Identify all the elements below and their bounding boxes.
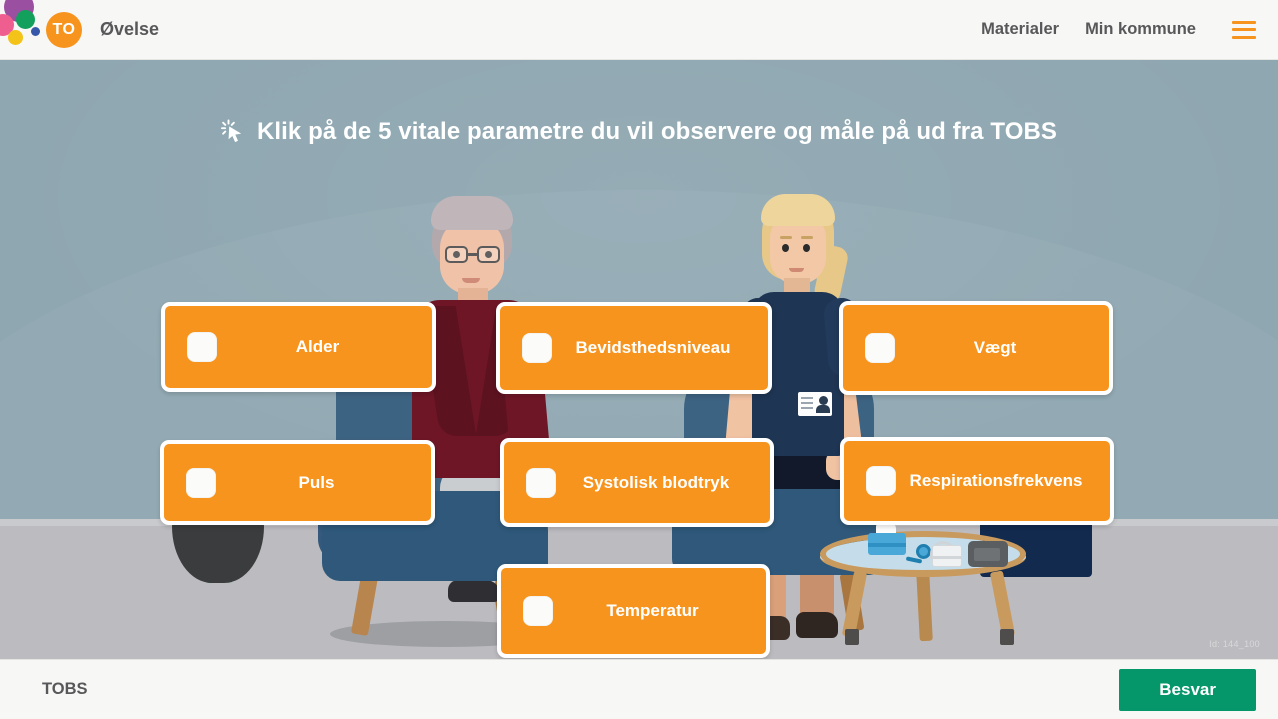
logo-dot-blue: [31, 26, 40, 36]
brand-area[interactable]: TO Øvelse: [0, 0, 159, 60]
option-card-temperatur[interactable]: Temperatur: [497, 564, 770, 658]
logo-dot-yellow: [8, 29, 23, 45]
nav-item-min-kommune[interactable]: Min kommune: [1085, 20, 1196, 39]
main-nav: Materialer Min kommune: [981, 20, 1278, 39]
quiz-instruction-text: Klik på de 5 vitale parametre du vil obs…: [256, 118, 1058, 145]
exercise-stage: Klik på de 5 vitale parametre du vil obs…: [0, 60, 1278, 659]
option-label: Vægt: [973, 338, 1017, 357]
option-label: Temperatur: [606, 601, 699, 620]
coffee-table-foot: [845, 629, 859, 645]
page-title: Øvelse: [100, 19, 160, 39]
tissue-box-stripe: [868, 543, 906, 547]
option-label: Puls: [298, 472, 335, 492]
option-checkbox[interactable]: [522, 333, 552, 363]
nav-item-materialer[interactable]: Materialer: [981, 20, 1059, 39]
option-label: Systolisk blodtryk: [582, 472, 730, 492]
logo-dot-green: [16, 9, 35, 29]
topic-label: TOBS: [42, 680, 88, 698]
quiz-instruction: Klik på de 5 vitale parametre du vil obs…: [0, 118, 1278, 146]
option-checkbox[interactable]: [865, 333, 895, 363]
option-card-alder[interactable]: Alder: [161, 302, 436, 392]
blood-pressure-cuff-strap: [932, 556, 962, 559]
hamburger-menu-icon[interactable]: [1232, 20, 1256, 39]
option-label: Alder: [295, 337, 340, 356]
option-checkbox[interactable]: [866, 466, 896, 496]
option-checkbox[interactable]: [526, 467, 556, 498]
option-card-systolisk-blodtryk[interactable]: Systolisk blodtryk: [500, 438, 774, 527]
eyeglasses-icon: [477, 246, 500, 263]
coffee-table-foot: [1000, 629, 1014, 645]
id-badge-portrait-body: [816, 405, 830, 413]
eyeglasses-bridge: [467, 253, 478, 256]
top-navigation-bar: TO Øvelse Materialer Min kommune: [0, 0, 1278, 60]
eyeglasses-icon: [445, 246, 468, 263]
option-card-vaegt[interactable]: Vægt: [839, 301, 1113, 395]
submit-answer-button[interactable]: Besvar: [1119, 668, 1256, 711]
elderly-woman-mouth: [462, 278, 480, 283]
id-badge-text-line: [801, 407, 813, 409]
nurse-eyebrow: [780, 236, 792, 239]
colored-dots-logo-icon: [0, 0, 44, 60]
nurse-mouth: [789, 268, 804, 272]
elderly-woman-shoe: [448, 580, 500, 602]
stethoscope-icon: [916, 544, 931, 559]
option-label: Bevidsthedsniveau: [575, 338, 731, 357]
hamburger-line-3: [1232, 35, 1256, 39]
hamburger-line-2: [1232, 28, 1256, 31]
nurse-eye: [803, 244, 810, 252]
option-card-puls[interactable]: Puls: [160, 440, 435, 525]
nurse-shoe: [796, 612, 838, 638]
nurse-eyebrow: [801, 236, 813, 239]
bottom-action-bar: TOBS Besvar: [0, 659, 1278, 719]
option-label: Respirationsfrekvens: [909, 471, 1083, 490]
id-badge-text-line: [801, 402, 813, 404]
id-badge-portrait-head: [819, 396, 828, 405]
nurse-eye: [782, 244, 789, 252]
hamburger-line-1: [1232, 20, 1256, 24]
click-cursor-icon: [221, 119, 247, 145]
option-card-bevidsthedsniveau[interactable]: Bevidsthedsniveau: [496, 302, 772, 394]
logo-initials-badge: TO: [46, 11, 82, 48]
option-card-respirationsfrekvens[interactable]: Respirationsfrekvens: [840, 437, 1114, 525]
elderly-woman-fringe: [431, 196, 513, 230]
image-id-watermark: Id: 144_100: [1209, 639, 1260, 649]
id-badge-text-line: [801, 397, 813, 399]
option-checkbox[interactable]: [186, 467, 216, 498]
option-checkbox[interactable]: [523, 596, 553, 626]
option-checkbox[interactable]: [187, 332, 217, 362]
nurse-fringe: [761, 194, 835, 226]
vital-signs-monitor-screen: [974, 548, 1000, 561]
